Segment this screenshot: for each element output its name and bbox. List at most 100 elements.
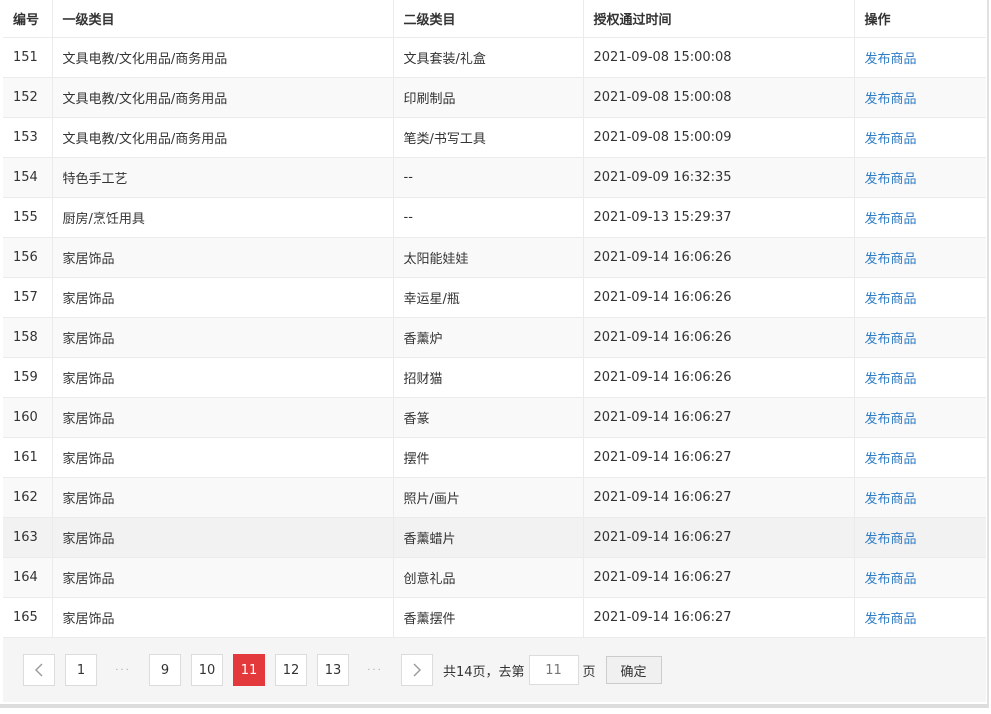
page-button-12[interactable]: 12 [275,654,307,686]
cell-id: 153 [3,117,53,158]
table-row: 153 文具电教/文化用品/商务用品 笔类/书写工具 2021-09-08 15:00… [3,117,986,158]
header-level1-category: 一级类目 [52,0,394,38]
table-row: 155 厨房/烹饪用具 -- 2021-09-13 15:29:37 发布商品 [3,197,986,238]
next-page-button[interactable] [401,654,433,686]
publish-product-link[interactable]: 发布商品 [865,532,917,547]
cell-authorized-time: 2021-09-14 16:06:27 [583,517,855,558]
publish-product-link[interactable]: 发布商品 [865,372,917,387]
header-level2-category: 二级类目 [393,0,584,38]
category-table: 编号 一级类目 二级类目 授权通过时间 操作 151 文具电教/文化用品/商务用品… [3,0,986,638]
table-row: 154 特色手工艺 -- 2021-09-09 16:32:35 发布商品 [3,157,986,198]
table-row: 161 家居饰品 摆件 2021-09-14 16:06:27 发布商品 [3,437,986,478]
table-row: 156 家居饰品 太阳能娃娃 2021-09-14 16:06:26 发布商品 [3,237,986,278]
cell-action: 发布商品 [854,237,986,278]
cell-authorized-time: 2021-09-14 16:06:26 [583,317,855,358]
table-row: 157 家居饰品 幸运星/瓶 2021-09-14 16:06:26 发布商品 [3,277,986,318]
cell-id: 165 [3,597,53,638]
cell-action: 发布商品 [854,157,986,198]
cell-level2-category: 照片/画片 [393,477,584,518]
prev-page-button[interactable] [23,654,55,686]
page-button-1[interactable]: 1 [65,654,97,686]
publish-product-link[interactable]: 发布商品 [865,252,917,267]
table-row: 164 家居饰品 创意礼品 2021-09-14 16:06:27 发布商品 [3,557,986,598]
cell-level1-category: 厨房/烹饪用具 [52,197,394,238]
page-button-9[interactable]: 9 [149,654,181,686]
publish-product-link[interactable]: 发布商品 [865,452,917,467]
cell-level2-category: 香薰蜡片 [393,517,584,558]
pagination-ellipsis: ··· [115,664,131,676]
cell-level1-category: 家居饰品 [52,597,394,638]
cell-level2-category: 香篆 [393,397,584,438]
cell-authorized-time: 2021-09-08 15:00:09 [583,117,855,158]
cell-level2-category: 文具套装/礼盒 [393,37,584,78]
cell-level2-category: 幸运星/瓶 [393,277,584,318]
pagination-ellipsis: ··· [367,664,383,676]
cell-level1-category: 家居饰品 [52,437,394,478]
cell-id: 159 [3,357,53,398]
cell-level1-category: 家居饰品 [52,517,394,558]
cell-authorized-time: 2021-09-14 16:06:27 [583,397,855,438]
table-header-row: 编号 一级类目 二级类目 授权通过时间 操作 [3,0,986,38]
cell-authorized-time: 2021-09-08 15:00:08 [583,77,855,118]
cell-action: 发布商品 [854,517,986,558]
cell-id: 151 [3,37,53,78]
cell-authorized-time: 2021-09-14 16:06:27 [583,437,855,478]
publish-product-link[interactable]: 发布商品 [865,212,917,227]
header-authorized-time: 授权通过时间 [583,0,855,38]
publish-product-link[interactable]: 发布商品 [865,172,917,187]
table-row: 160 家居饰品 香篆 2021-09-14 16:06:27 发布商品 [3,397,986,438]
publish-product-link[interactable]: 发布商品 [865,332,917,347]
cell-id: 152 [3,77,53,118]
cell-level1-category: 家居饰品 [52,477,394,518]
cell-id: 154 [3,157,53,198]
cell-level2-category: 创意礼品 [393,557,584,598]
cell-level2-category: 香薰炉 [393,317,584,358]
cell-level1-category: 家居饰品 [52,357,394,398]
page-button-10[interactable]: 10 [191,654,223,686]
cell-authorized-time: 2021-09-09 16:32:35 [583,157,855,198]
cell-level1-category: 家居饰品 [52,397,394,438]
cell-action: 发布商品 [854,117,986,158]
publish-product-link[interactable]: 发布商品 [865,492,917,507]
cell-authorized-time: 2021-09-14 16:06:27 [583,477,855,518]
cell-id: 162 [3,477,53,518]
table-row: 159 家居饰品 招财猫 2021-09-14 16:06:26 发布商品 [3,357,986,398]
cell-action: 发布商品 [854,477,986,518]
cell-id: 158 [3,317,53,358]
cell-id: 164 [3,557,53,598]
publish-product-link[interactable]: 发布商品 [865,412,917,427]
chevron-right-icon [413,663,421,677]
jump-page-input[interactable] [528,655,579,685]
cell-authorized-time: 2021-09-14 16:06:26 [583,357,855,398]
publish-product-link[interactable]: 发布商品 [865,92,917,107]
cell-id: 160 [3,397,53,438]
publish-product-link[interactable]: 发布商品 [865,132,917,147]
cell-action: 发布商品 [854,277,986,318]
cell-authorized-time: 2021-09-14 16:06:26 [583,237,855,278]
cell-action: 发布商品 [854,357,986,398]
cell-id: 161 [3,437,53,478]
table-row: 151 文具电教/文化用品/商务用品 文具套装/礼盒 2021-09-08 15:00… [3,37,986,78]
publish-product-link[interactable]: 发布商品 [865,292,917,307]
cell-action: 发布商品 [854,197,986,238]
publish-product-link[interactable]: 发布商品 [865,52,917,67]
page-button-13[interactable]: 13 [317,654,349,686]
confirm-jump-button[interactable]: 确定 [605,656,662,684]
cell-action: 发布商品 [854,77,986,118]
cell-action: 发布商品 [854,317,986,358]
cell-level2-category: 印刷制品 [393,77,584,118]
results-panel: 编号 一级类目 二级类目 授权通过时间 操作 151 文具电教/文化用品/商务用品… [0,0,989,708]
cell-level1-category: 文具电教/文化用品/商务用品 [52,37,394,78]
table-row: 163 家居饰品 香薰蜡片 2021-09-14 16:06:27 发布商品 [3,517,986,558]
cell-action: 发布商品 [854,437,986,478]
cell-level1-category: 家居饰品 [52,317,394,358]
publish-product-link[interactable]: 发布商品 [865,572,917,587]
pagination: 1 ··· 9 10 11 12 13 ··· 共14页，去第 页 确定 [23,654,662,686]
page-button-current[interactable]: 11 [233,654,265,686]
cell-level1-category: 家居饰品 [52,557,394,598]
cell-level2-category: -- [393,197,584,238]
header-id: 编号 [3,0,53,38]
publish-product-link[interactable]: 发布商品 [865,612,917,627]
cell-level2-category: 香薰摆件 [393,597,584,638]
table-row: 162 家居饰品 照片/画片 2021-09-14 16:06:27 发布商品 [3,477,986,518]
